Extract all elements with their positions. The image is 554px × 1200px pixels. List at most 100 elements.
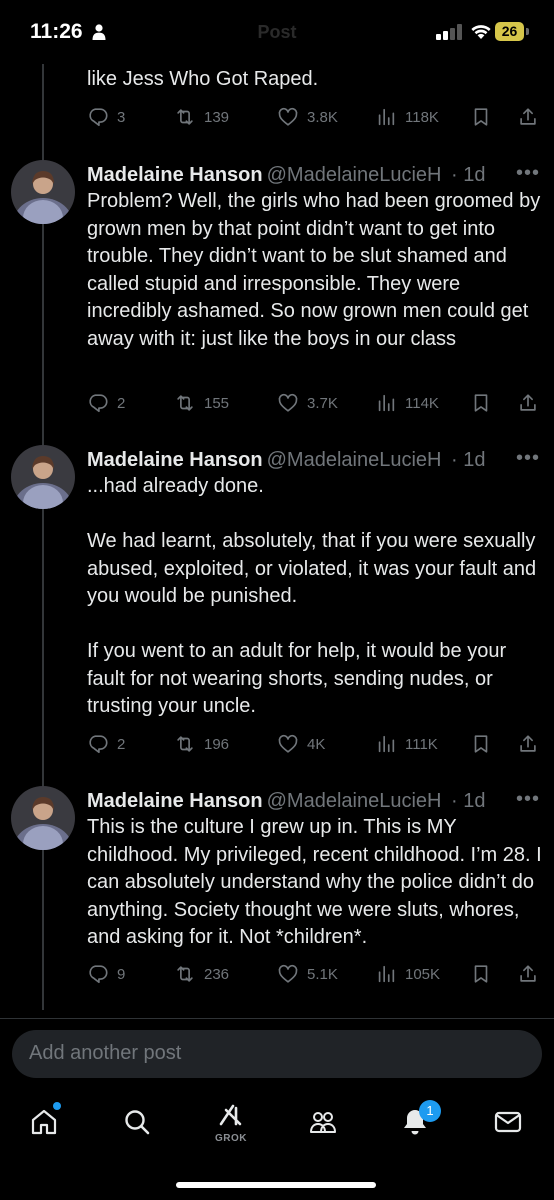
bookmark-button[interactable] xyxy=(470,961,494,987)
thread-post[interactable]: Madelaine Hanson @MadelaineLucieH · 1d ••… xyxy=(0,445,554,755)
home-new-dot xyxy=(53,1102,61,1110)
like-icon xyxy=(278,964,298,983)
views-button[interactable]: 111K xyxy=(375,731,438,757)
add-post-input[interactable]: Add another post xyxy=(12,1030,542,1078)
views-count: 114K xyxy=(405,394,439,412)
views-button[interactable]: 105K xyxy=(375,961,440,987)
repost-button[interactable]: 236 xyxy=(174,961,229,987)
author-name[interactable]: Madelaine Hanson xyxy=(87,164,263,186)
share-button[interactable] xyxy=(517,731,541,757)
author-handle[interactable]: @MadelaineLucieH xyxy=(267,790,442,812)
bookmark-icon xyxy=(474,735,488,753)
bookmark-button[interactable] xyxy=(470,390,494,416)
views-button[interactable]: 118K xyxy=(375,104,439,130)
repost-icon xyxy=(177,395,193,411)
tab-grok[interactable] xyxy=(211,1096,251,1136)
like-count: 3.8K xyxy=(307,108,338,126)
post-time: · 1d xyxy=(451,790,486,812)
like-count: 3.7K xyxy=(307,394,338,412)
reply-count: 2 xyxy=(117,735,126,753)
wifi-icon xyxy=(471,25,491,39)
author-handle[interactable]: @MadelaineLucieH xyxy=(267,449,442,471)
post-fragment[interactable]: like Jess Who Got Raped. 3 139 3.8K 118K xyxy=(0,64,554,144)
author-handle[interactable]: @MadelaineLucieH xyxy=(267,164,442,186)
more-icon[interactable]: ••• xyxy=(516,160,540,186)
bookmark-icon xyxy=(474,965,488,983)
reply-count: 9 xyxy=(117,965,126,983)
share-button[interactable] xyxy=(517,961,541,987)
like-button[interactable]: 4K xyxy=(277,731,325,757)
bookmark-icon xyxy=(474,108,488,126)
post-header: Madelaine Hanson @MadelaineLucieH · 1d ••… xyxy=(87,445,554,475)
reply-icon xyxy=(89,394,108,413)
author-name[interactable]: Madelaine Hanson xyxy=(87,790,263,812)
thread-post[interactable]: Madelaine Hanson @MadelaineLucieH · 1d ••… xyxy=(0,160,554,420)
share-icon xyxy=(520,965,536,982)
share-icon xyxy=(520,735,536,752)
like-count: 4K xyxy=(307,735,326,753)
more-icon[interactable]: ••• xyxy=(516,445,540,471)
avatar[interactable] xyxy=(11,445,75,509)
post-actions: 9 236 5.1K 105K xyxy=(87,961,547,987)
repost-button[interactable]: 196 xyxy=(174,731,229,757)
thread-post[interactable]: Madelaine Hanson @MadelaineLucieH · 1d ••… xyxy=(0,786,554,996)
reply-count: 3 xyxy=(117,108,126,126)
views-count: 111K xyxy=(405,735,438,753)
composer-divider xyxy=(0,1018,554,1019)
grok-label: GROK xyxy=(215,1133,247,1144)
reply-button[interactable]: 2 xyxy=(87,390,125,416)
add-post-placeholder: Add another post xyxy=(29,1042,182,1064)
post-time: · 1d xyxy=(451,164,486,186)
bookmark-button[interactable] xyxy=(470,731,494,757)
battery-level: 26 xyxy=(495,22,524,41)
share-icon xyxy=(520,394,536,411)
repost-button[interactable]: 155 xyxy=(174,390,229,416)
cellular-signal-icon xyxy=(436,24,462,40)
views-count: 105K xyxy=(405,965,441,983)
views-icon xyxy=(378,394,395,412)
like-button[interactable]: 3.7K xyxy=(277,390,338,416)
bookmark-button[interactable] xyxy=(470,104,494,130)
grok-icon xyxy=(219,1104,242,1126)
reply-button[interactable]: 9 xyxy=(87,961,125,987)
tab-search[interactable] xyxy=(117,1102,157,1142)
share-button[interactable] xyxy=(517,104,541,130)
post-time: · 1d xyxy=(451,449,486,471)
mail-icon xyxy=(494,1111,522,1133)
like-button[interactable]: 5.1K xyxy=(277,961,338,987)
author-name[interactable]: Madelaine Hanson xyxy=(87,449,263,471)
post-text: like Jess Who Got Raped. xyxy=(87,68,319,90)
reply-button[interactable]: 3 xyxy=(87,104,125,130)
views-icon xyxy=(378,108,395,126)
views-icon xyxy=(378,965,395,983)
repost-count: 196 xyxy=(204,735,230,753)
home-indicator[interactable] xyxy=(176,1182,376,1188)
share-icon xyxy=(520,108,536,125)
tab-messages[interactable] xyxy=(488,1102,528,1142)
views-button[interactable]: 114K xyxy=(375,390,439,416)
avatar[interactable] xyxy=(11,786,75,850)
notification-badge: 1 xyxy=(419,1100,441,1122)
bookmark-icon xyxy=(474,394,488,412)
repost-icon xyxy=(177,736,193,752)
like-icon xyxy=(278,107,298,126)
repost-icon xyxy=(177,966,193,982)
avatar[interactable] xyxy=(11,160,75,224)
share-button[interactable] xyxy=(517,390,541,416)
repost-icon xyxy=(177,109,193,125)
search-icon xyxy=(125,1110,150,1135)
repost-count: 236 xyxy=(204,965,230,983)
post-actions: 2 155 3.7K 114K xyxy=(87,390,547,416)
more-icon[interactable]: ••• xyxy=(516,786,540,812)
repost-button[interactable]: 139 xyxy=(174,104,229,130)
battery-icon: 26 xyxy=(495,22,529,42)
avatar-image xyxy=(11,160,75,224)
reply-icon xyxy=(89,108,108,127)
like-count: 5.1K xyxy=(307,965,338,983)
reply-button[interactable]: 2 xyxy=(87,731,125,757)
tab-communities[interactable] xyxy=(303,1102,343,1142)
post-header: Madelaine Hanson @MadelaineLucieH · 1d ••… xyxy=(87,786,554,816)
avatar-image xyxy=(11,445,75,509)
reply-count: 2 xyxy=(117,394,126,412)
like-button[interactable]: 3.8K xyxy=(277,104,338,130)
